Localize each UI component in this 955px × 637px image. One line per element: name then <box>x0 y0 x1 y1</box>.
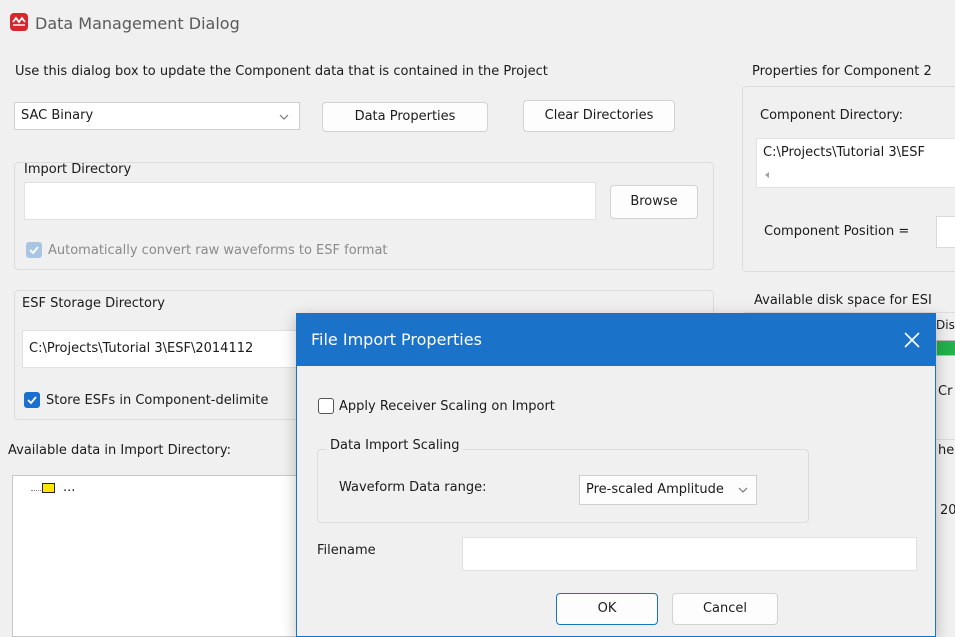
waveform-range-value: Pre-scaled Amplitude <box>586 482 724 497</box>
disk-space-label: Available disk space for ESI <box>754 293 932 308</box>
esf-storage-label: ESF Storage Directory <box>22 296 165 311</box>
instructions-text: Use this dialog box to update the Compon… <box>15 64 548 79</box>
checkmark-icon <box>29 246 39 255</box>
checkmark-icon <box>27 396 37 405</box>
folder-icon <box>42 483 55 493</box>
available-data-label: Available data in Import Directory: <box>8 443 231 458</box>
import-directory-label: Import Directory <box>24 162 132 177</box>
filename-label: Filename <box>317 543 376 558</box>
auto-convert-checkbox[interactable] <box>26 242 42 258</box>
scaling-group-label: Data Import Scaling <box>327 438 463 453</box>
disk-space-text-cut2: he <box>938 443 955 458</box>
clear-directories-button[interactable]: Clear Directories <box>523 100 675 132</box>
disk-space-text-cut3: 20 <box>940 503 955 518</box>
esf-storage-value: C:\Projects\Tutorial 3\ESF\2014112 <box>29 341 254 356</box>
apply-scaling-checkbox[interactable] <box>318 398 334 414</box>
scroll-left-icon[interactable] <box>763 171 771 179</box>
disk-space-sublabel: Dis <box>936 318 955 332</box>
file-import-dialog: File Import Properties Apply Receiver Sc… <box>296 313 936 637</box>
disk-space-bar <box>936 340 955 356</box>
filename-input[interactable] <box>462 537 917 571</box>
title-bar: Data Management Dialog <box>0 0 955 44</box>
format-select[interactable]: SAC Binary <box>14 102 300 130</box>
app-icon <box>10 13 28 31</box>
waveform-range-select[interactable]: Pre-scaled Amplitude <box>579 475 757 505</box>
close-icon[interactable] <box>903 331 921 349</box>
store-esf-label: Store ESFs in Component-delimite <box>46 393 269 408</box>
cancel-button[interactable]: Cancel <box>672 593 778 625</box>
data-properties-button[interactable]: Data Properties <box>322 102 488 132</box>
window-title: Data Management Dialog <box>35 14 240 33</box>
auto-convert-label: Automatically convert raw waveforms to E… <box>48 243 388 258</box>
dialog-title-bar: File Import Properties <box>297 314 935 366</box>
disk-space-text-cut1: Cr <box>938 384 953 399</box>
dialog-title: File Import Properties <box>311 330 482 349</box>
component-directory-value: C:\Projects\Tutorial 3\ESF <box>763 145 925 160</box>
tree-item[interactable]: ... <box>63 480 75 495</box>
component-directory-field[interactable]: C:\Projects\Tutorial 3\ESF <box>756 138 955 188</box>
available-data-tree[interactable]: ... <box>12 475 312 637</box>
waveform-range-label: Waveform Data range: <box>339 480 487 495</box>
store-esf-checkbox[interactable] <box>24 392 40 408</box>
esf-storage-input[interactable]: C:\Projects\Tutorial 3\ESF\2014112 <box>22 330 312 368</box>
component-position-label: Component Position = <box>764 224 910 239</box>
component-properties-title: Properties for Component 2 <box>752 64 932 79</box>
chevron-down-icon <box>279 114 289 120</box>
format-select-value: SAC Binary <box>21 108 94 123</box>
component-position-input[interactable] <box>936 216 955 248</box>
browse-button[interactable]: Browse <box>610 185 698 219</box>
import-directory-input[interactable] <box>24 182 596 220</box>
chevron-down-icon <box>738 487 748 493</box>
component-directory-label: Component Directory: <box>760 108 903 123</box>
ok-button[interactable]: OK <box>556 593 658 625</box>
apply-scaling-label: Apply Receiver Scaling on Import <box>339 399 555 414</box>
